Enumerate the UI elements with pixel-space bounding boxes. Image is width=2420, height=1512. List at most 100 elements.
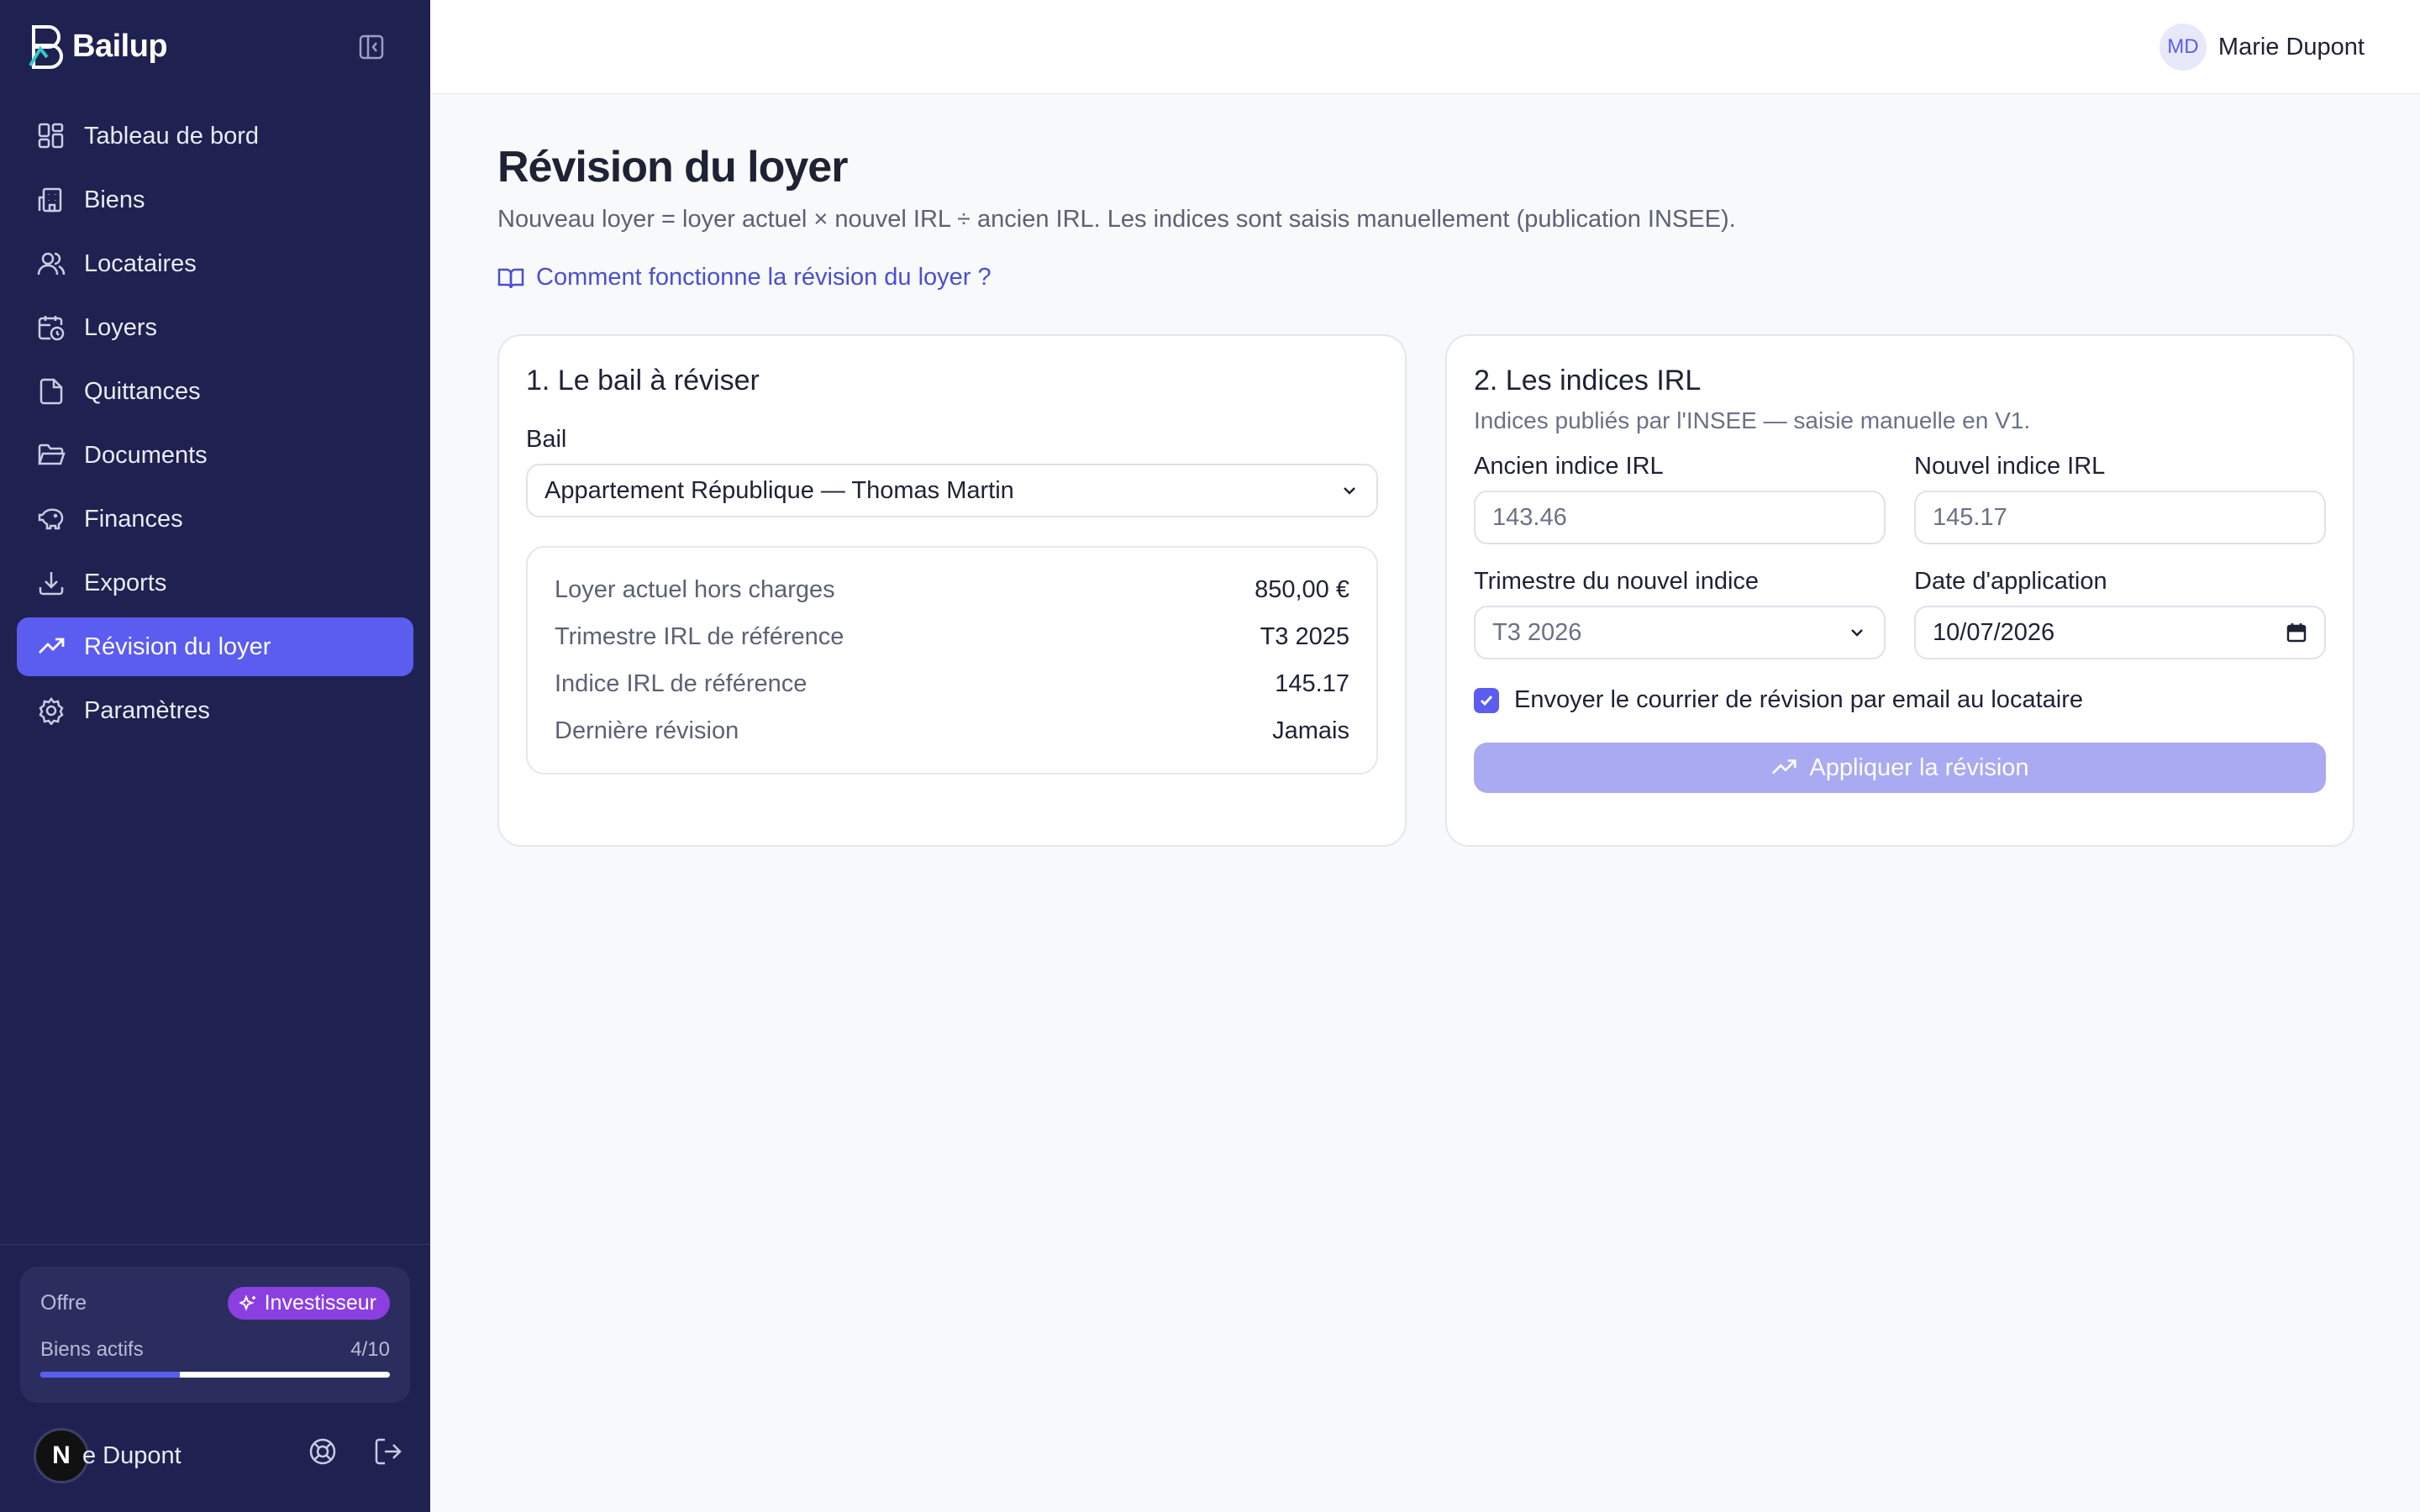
sidebar-item-label: Finances [84,505,183,533]
brand-name: Bailup [72,28,168,64]
lease-label: Bail [526,426,567,453]
main-content: Révision du loyer Nouveau loyer = loyer … [497,93,2354,847]
plan-label: Offre [40,1291,87,1315]
sidebar-divider [0,1244,430,1245]
gear-icon [39,696,64,725]
date-value: 10/07/2026 [1933,618,2055,646]
collapse-sidebar-button[interactable] [356,32,387,62]
info-row: Indice IRL de référence 145.17 [555,660,1349,707]
lease-select[interactable]: Appartement République — Thomas Martin [526,464,1378,517]
info-value: Jamais [1272,717,1349,744]
info-row: Trimestre IRL de référence T3 2025 [555,613,1349,660]
help-link-label: Comment fonctionne la révision du loyer … [536,264,992,291]
sidebar-item-loyers[interactable]: Loyers [17,298,413,357]
lease-select-value: Appartement République — Thomas Martin [544,476,1014,504]
sidebar-item-label: Quittances [84,377,201,405]
chevron-down-icon [1851,629,1863,637]
avatar[interactable]: N [34,1428,89,1483]
lease-info-box: Loyer actuel hors charges 850,00 € Trime… [526,546,1378,774]
irl-card-title: 2. Les indices IRL [1474,365,1702,396]
quarter-label: Trimestre du nouvel indice [1474,568,1760,595]
irl-card: 2. Les indices IRL Indices publiés par l… [1445,334,2354,847]
sidebar-item-documents[interactable]: Documents [17,426,413,485]
sidebar-item-tableau-de-bord[interactable]: Tableau de bord [17,107,413,165]
sidebar-item-label: Paramètres [84,696,210,724]
sidebar-item-locataires[interactable]: Locataires [17,234,413,293]
sidebar-item-biens[interactable]: Biens [17,171,413,229]
sidebar-item-finances[interactable]: Finances [17,490,413,549]
active-properties-label: Biens actifs [40,1338,144,1361]
logout-button[interactable] [373,1436,403,1471]
old-irl-input[interactable]: 143.46 [1474,491,1886,544]
download-icon [39,572,64,596]
sidebar-item-quittances[interactable]: Quittances [17,362,413,421]
logout-icon [375,1438,402,1465]
page-title: Révision du loyer [497,143,848,192]
plan-badge-label: Investisseur [264,1291,376,1315]
active-properties-progress [40,1372,390,1378]
sidebar: Bailup Tableau de bord Biens Locataires … [0,0,430,1512]
sidebar-item-label: Loyers [84,313,158,341]
info-row: Dernière révision Jamais [555,707,1349,754]
sidebar-collapse-icon [359,34,384,60]
date-label: Date d'application [1914,568,2107,595]
progress-fill [40,1372,181,1378]
sparkles-icon [239,1294,255,1311]
trending-up-icon [1772,759,1797,774]
sidebar-nav: Tableau de bord Biens Locataires Loyers … [17,107,413,745]
new-irl-input[interactable]: 145.17 [1914,491,2326,544]
sidebar-user-name: e Dupont [82,1441,182,1469]
sidebar-item-label: Tableau de bord [84,122,259,150]
info-value: 850,00 € [1255,575,1349,603]
avatar: MD [2159,24,2207,71]
info-value: T3 2025 [1260,622,1349,650]
new-irl-placeholder: 145.17 [1933,503,2007,531]
calendar-clock-icon [38,316,65,341]
lease-card: 1. Le bail à réviser Bail Appartement Ré… [497,334,1407,847]
building-icon [38,187,62,213]
send-email-checkbox-row[interactable]: Envoyer le courrier de révision par emai… [1474,686,2326,714]
sidebar-item-parametres[interactable]: Paramètres [17,681,413,740]
page-subtitle: Nouveau loyer = loyer actuel × nouvel IR… [497,206,1736,233]
apply-revision-label: Appliquer la révision [1809,753,2029,781]
check-icon [1480,695,1493,706]
lease-card-title: 1. Le bail à réviser [526,365,760,396]
sidebar-user: N e Dupont [34,1421,403,1490]
sidebar-item-exports[interactable]: Exports [17,554,413,612]
brand-logo[interactable]: Bailup [29,22,168,71]
chevron-down-icon [1344,487,1355,495]
plan-card: Offre Investisseur Biens actifs 4/10 [20,1267,410,1403]
info-key: Dernière révision [555,717,739,744]
date-input[interactable]: 10/07/2026 [1914,606,2326,659]
apply-revision-button[interactable]: Appliquer la révision [1474,743,2326,793]
old-irl-placeholder: 143.46 [1492,503,1567,531]
user-name: Marie Dupont [2217,33,2365,60]
book-open-icon [497,268,524,288]
new-irl-label: Nouvel indice IRL [1914,453,2106,480]
user-menu[interactable]: MD Marie Dupont [2159,24,2365,71]
topbar: MD Marie Dupont [430,0,2420,94]
help-link[interactable]: Comment fonctionne la révision du loyer … [497,264,2354,291]
trending-up-icon [39,638,65,654]
sidebar-item-label: Biens [84,186,145,213]
quarter-select-value: T3 2026 [1492,618,1582,646]
info-row: Loyer actuel hors charges 850,00 € [555,566,1349,613]
info-key: Trimestre IRL de référence [555,622,844,650]
irl-card-subtitle: Indices publiés par l'INSEE — saisie man… [1474,407,2031,433]
send-email-checkbox[interactable] [1474,687,1499,713]
help-button[interactable] [308,1436,338,1471]
calendar-icon [2286,623,2307,643]
piggy-bank-icon [38,508,64,530]
sidebar-item-revision-du-loyer[interactable]: Révision du loyer [17,617,413,676]
sidebar-item-label: Exports [84,569,167,596]
users-icon [37,252,66,276]
info-key: Loyer actuel hors charges [555,575,835,603]
folder-icon [38,444,66,465]
bailup-logo-icon [29,25,63,69]
info-value: 145.17 [1275,669,1349,697]
plan-badge[interactable]: Investisseur [227,1287,390,1320]
active-properties-count: 4/10 [350,1338,390,1361]
send-email-label: Envoyer le courrier de révision par emai… [1514,686,2083,713]
lifebuoy-icon [309,1438,336,1465]
quarter-select[interactable]: T3 2026 [1474,606,1886,659]
